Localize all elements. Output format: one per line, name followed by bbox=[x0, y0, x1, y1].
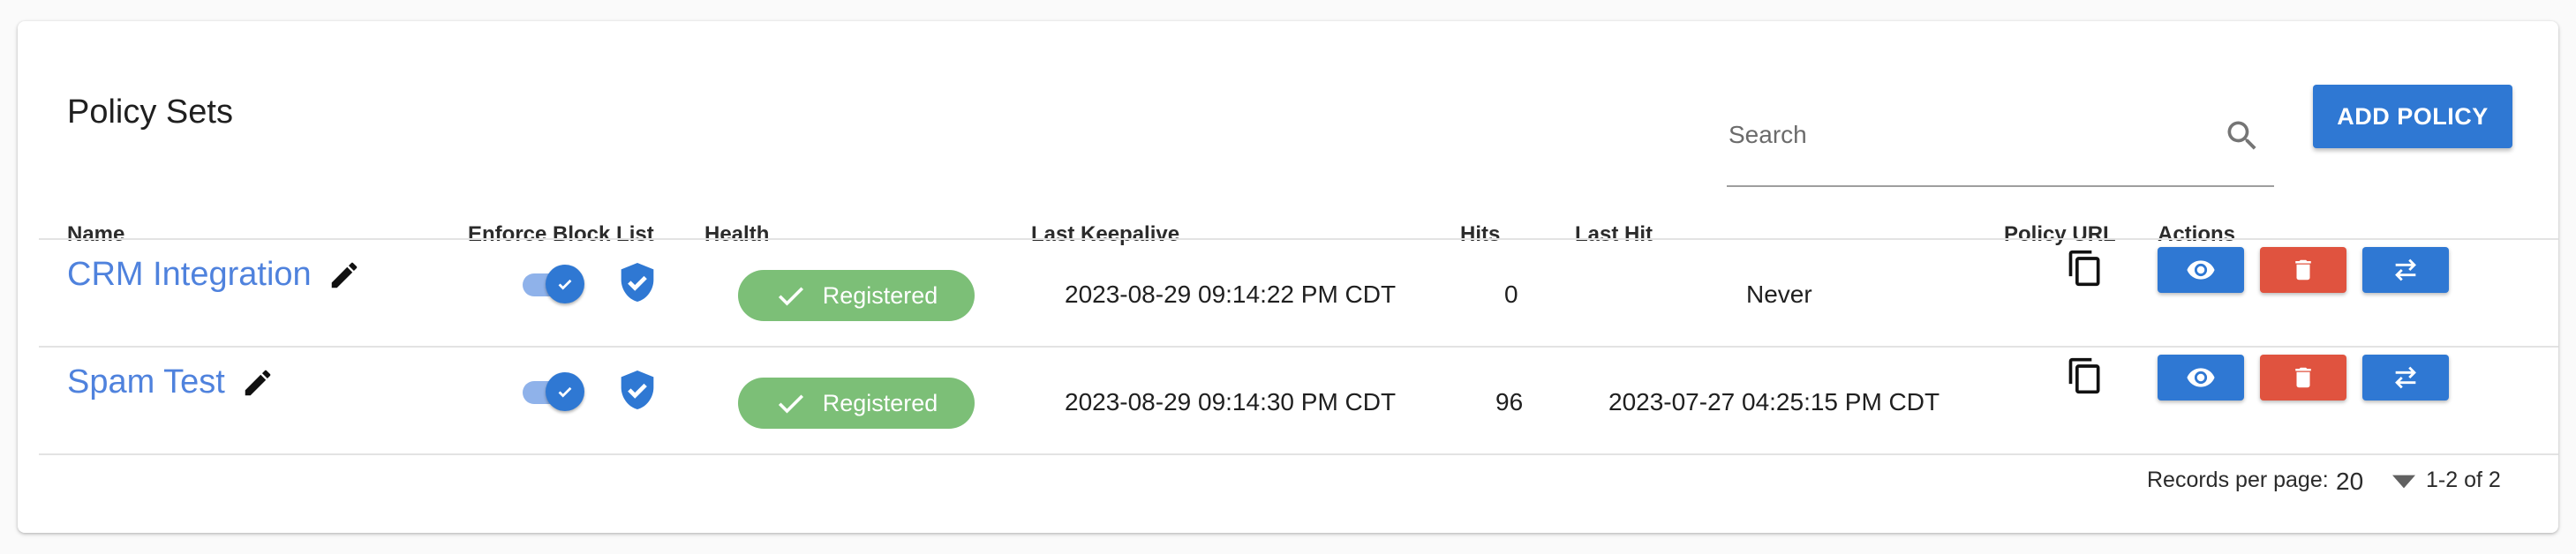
pencil-icon[interactable] bbox=[328, 258, 361, 292]
row-divider bbox=[39, 453, 2558, 455]
records-per-page-label: Records per page: bbox=[2147, 468, 2329, 492]
copy-icon[interactable] bbox=[2066, 356, 2105, 395]
last-keepalive-value: 2023-08-29 09:14:30 PM CDT bbox=[1065, 388, 1397, 416]
eye-icon bbox=[2187, 368, 2215, 387]
hits-value: 96 bbox=[1495, 388, 1524, 416]
hits-value: 0 bbox=[1504, 281, 1518, 308]
policy-name-link[interactable]: CRM Integration bbox=[67, 256, 312, 294]
copy-icon[interactable] bbox=[2066, 249, 2105, 288]
pencil-icon[interactable] bbox=[241, 366, 275, 400]
pagination-range: 1-2 of 2 bbox=[2426, 468, 2501, 492]
table-row: CRM Integration Registered 2023-08-29 09… bbox=[18, 240, 2558, 346]
last-hit-value: Never bbox=[1746, 281, 1812, 308]
policy-name: Spam Test bbox=[67, 363, 275, 401]
swap-policy-button[interactable] bbox=[2362, 247, 2449, 293]
records-per-page-value: 20 bbox=[2336, 468, 2364, 495]
health-status-label: Registered bbox=[822, 281, 938, 309]
eye-icon bbox=[2187, 260, 2215, 280]
trash-icon bbox=[2295, 259, 2311, 281]
search-input[interactable] bbox=[1729, 115, 2188, 155]
enforce-block-list-toggle[interactable] bbox=[523, 372, 584, 411]
view-policy-button[interactable] bbox=[2158, 355, 2244, 401]
view-policy-button[interactable] bbox=[2158, 247, 2244, 293]
policy-sets-card: Policy Sets ADD POLICY Name Enforce Bloc… bbox=[18, 21, 2558, 533]
last-hit-value: 2023-07-27 04:25:15 PM CDT bbox=[1608, 388, 1940, 416]
toggle-knob bbox=[546, 372, 584, 411]
search-icon[interactable] bbox=[2223, 116, 2262, 155]
caret-down-icon bbox=[2392, 475, 2415, 489]
policy-name-link[interactable]: Spam Test bbox=[67, 363, 225, 401]
health-status-badge: Registered bbox=[738, 270, 975, 321]
health-status-badge: Registered bbox=[738, 378, 975, 429]
check-icon bbox=[558, 386, 572, 398]
shield-check-icon bbox=[621, 371, 654, 409]
last-keepalive-value: 2023-08-29 09:14:22 PM CDT bbox=[1065, 281, 1397, 308]
add-policy-button[interactable]: ADD POLICY bbox=[2313, 85, 2512, 148]
swap-arrows-icon bbox=[2395, 258, 2416, 281]
delete-policy-button[interactable] bbox=[2260, 355, 2346, 401]
delete-policy-button[interactable] bbox=[2260, 247, 2346, 293]
records-per-page-select[interactable]: 20 bbox=[2336, 460, 2424, 503]
check-icon bbox=[558, 279, 572, 290]
health-status-label: Registered bbox=[822, 389, 938, 416]
swap-arrows-icon bbox=[2395, 366, 2416, 389]
trash-icon bbox=[2295, 367, 2311, 388]
policy-name: CRM Integration bbox=[67, 256, 361, 294]
check-icon bbox=[778, 394, 803, 414]
toggle-knob bbox=[546, 265, 584, 303]
shield-check-icon bbox=[621, 263, 654, 302]
enforce-block-list-toggle[interactable] bbox=[523, 265, 584, 303]
swap-policy-button[interactable] bbox=[2362, 355, 2449, 401]
check-icon bbox=[778, 287, 803, 306]
search-field[interactable] bbox=[1727, 97, 2274, 187]
page-title: Policy Sets bbox=[67, 94, 233, 131]
table-row: Spam Test Registered 2023-08-29 09:14:30… bbox=[18, 348, 2558, 453]
